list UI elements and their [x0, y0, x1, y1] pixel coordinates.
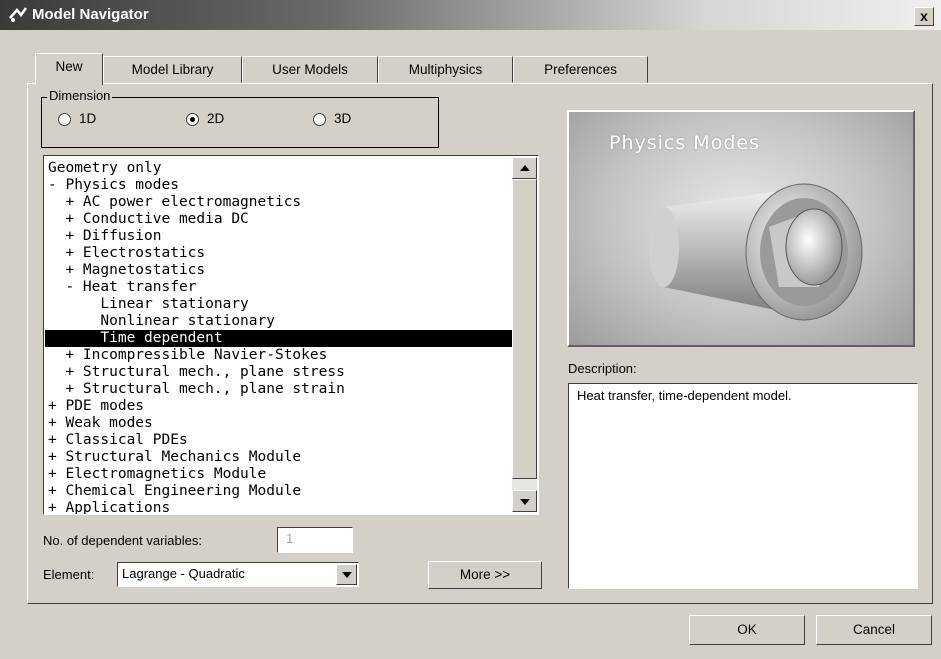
arrow-down-icon: [520, 499, 530, 505]
scroll-thumb[interactable]: [512, 179, 537, 479]
cylinder-illustration-icon: [649, 183, 863, 321]
radio-1d[interactable]: [58, 113, 71, 126]
tree-scrollbar[interactable]: [512, 157, 537, 512]
tree-item-weak-modes[interactable]: + Weak modes: [45, 415, 515, 432]
tab-multiphysics[interactable]: Multiphysics: [378, 56, 513, 83]
element-select[interactable]: Lagrange - Quadratic: [117, 562, 359, 587]
tree-item-time-dependent[interactable]: Time dependent: [45, 330, 515, 347]
element-label: Element:: [43, 567, 95, 582]
tab-preferences[interactable]: Preferences: [513, 56, 648, 83]
tab-user-models[interactable]: User Models: [242, 56, 378, 83]
description-text: Heat transfer, time-dependent model.: [568, 383, 918, 589]
window-title: Model Navigator: [32, 6, 149, 23]
element-dropdown-button[interactable]: [336, 564, 357, 585]
scroll-down-button[interactable]: [512, 490, 537, 512]
dependent-variables-field[interactable]: 1: [277, 527, 353, 553]
tree-item-electromagnetics-module[interactable]: + Electromagnetics Module: [45, 466, 515, 483]
tree-item-plane-stress[interactable]: + Structural mech., plane stress: [45, 364, 515, 381]
tree-item-physics-modes[interactable]: - Physics modes: [45, 177, 515, 194]
physics-preview-image: Physics Modes: [567, 110, 915, 347]
tree-item-chemical-module[interactable]: + Chemical Engineering Module: [45, 483, 515, 500]
tree-items: Geometry only - Physics modes + AC power…: [45, 160, 515, 514]
radio-1d-label: 1D: [79, 111, 97, 126]
close-button[interactable]: x: [914, 7, 934, 26]
chevron-down-icon: [342, 572, 352, 578]
physics-tree-list[interactable]: Geometry only - Physics modes + AC power…: [43, 155, 539, 515]
cancel-button[interactable]: Cancel: [816, 615, 932, 645]
description-label: Description:: [568, 361, 637, 376]
ok-button[interactable]: OK: [689, 615, 805, 645]
tree-item-geometry-only[interactable]: Geometry only: [45, 160, 515, 177]
tree-item-navier-stokes[interactable]: + Incompressible Navier-Stokes: [45, 347, 515, 364]
radio-3d-label: 3D: [334, 111, 352, 126]
tree-item-ac-power[interactable]: + AC power electromagnetics: [45, 194, 515, 211]
tree-item-diffusion[interactable]: + Diffusion: [45, 228, 515, 245]
tree-item-applications[interactable]: + Applications: [45, 500, 515, 514]
radio-selected-dot: [190, 117, 195, 122]
dependent-variables-label: No. of dependent variables:: [43, 533, 202, 548]
radio-2d[interactable]: [186, 113, 199, 126]
tree-item-nonlinear-stationary[interactable]: Nonlinear stationary: [45, 313, 515, 330]
more-button[interactable]: More >>: [428, 561, 542, 589]
tab-new[interactable]: New: [35, 53, 103, 85]
radio-3d[interactable]: [313, 113, 326, 126]
tree-item-electrostatics[interactable]: + Electrostatics: [45, 245, 515, 262]
tree-item-magnetostatics[interactable]: + Magnetostatics: [45, 262, 515, 279]
tree-item-linear-stationary[interactable]: Linear stationary: [45, 296, 515, 313]
arrow-up-icon: [520, 165, 530, 171]
app-logo-icon: [9, 7, 28, 22]
tree-item-plane-strain[interactable]: + Structural mech., plane strain: [45, 381, 515, 398]
tree-item-heat-transfer[interactable]: - Heat transfer: [45, 279, 515, 296]
element-select-value: Lagrange - Quadratic: [122, 566, 245, 581]
dimension-legend: Dimension: [47, 88, 113, 103]
tree-item-pde-modes[interactable]: + PDE modes: [45, 398, 515, 415]
tree-item-structural-module[interactable]: + Structural Mechanics Module: [45, 449, 515, 466]
scroll-up-button[interactable]: [512, 157, 537, 179]
radio-2d-label: 2D: [207, 111, 225, 126]
tree-item-conductive-media[interactable]: + Conductive media DC: [45, 211, 515, 228]
tab-model-library[interactable]: Model Library: [103, 56, 242, 83]
tree-item-classical-pdes[interactable]: + Classical PDEs: [45, 432, 515, 449]
